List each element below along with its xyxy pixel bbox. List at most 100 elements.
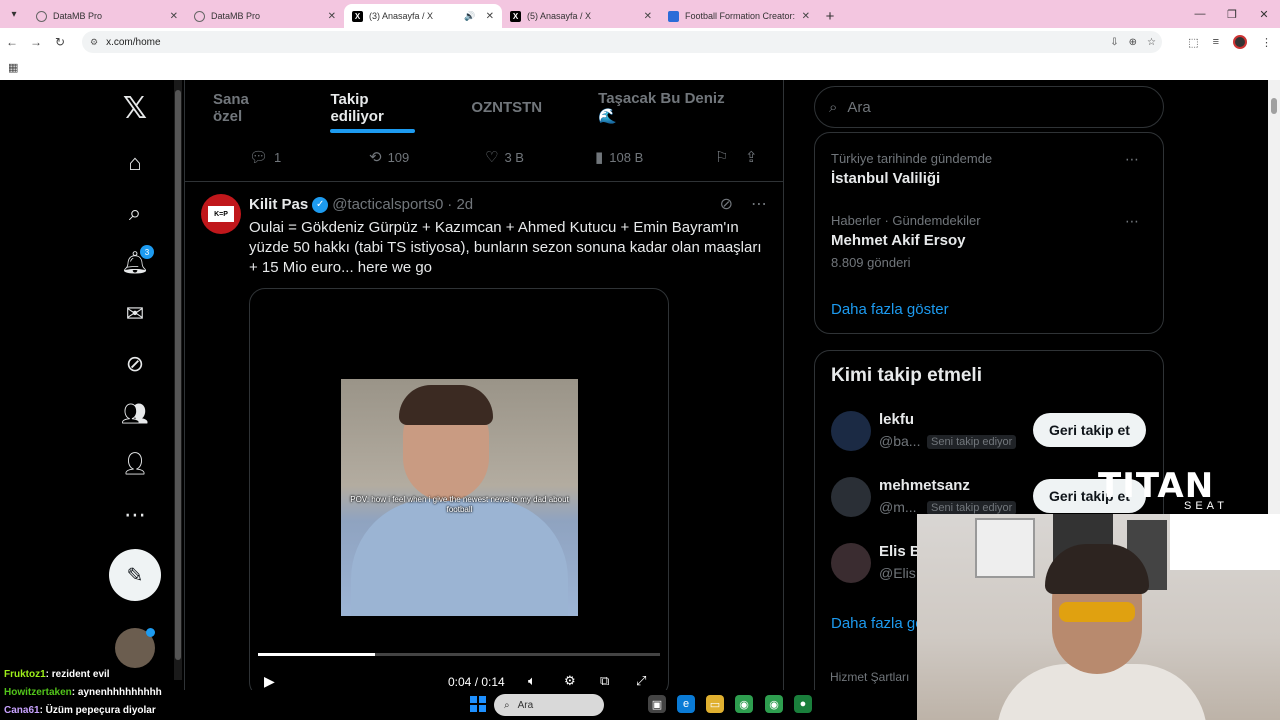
trend-more-icon[interactable]: ⋯ bbox=[1125, 213, 1139, 230]
follow-show-more-link[interactable]: Daha fazla gö bbox=[831, 615, 924, 632]
file-explorer-icon[interactable]: ▭ bbox=[706, 695, 724, 713]
forward-icon[interactable]: → bbox=[24, 35, 48, 49]
tab-search-icon[interactable]: ▾ bbox=[0, 0, 28, 28]
edge-browser-icon[interactable]: e bbox=[677, 695, 695, 713]
tab-close-icon[interactable]: ✕ bbox=[170, 11, 178, 22]
site-info-icon[interactable]: ⚙ bbox=[90, 37, 98, 48]
tab-for-you[interactable]: Sana özel bbox=[213, 80, 274, 135]
browser-tab-4[interactable]: X (5) Anasayfa / X ✕ bbox=[502, 4, 660, 28]
bookmark-star-icon[interactable]: ☆ bbox=[1147, 37, 1156, 48]
video-player[interactable]: POV: how i feel when i give the newest n… bbox=[249, 288, 669, 690]
window-close-icon[interactable]: ✕ bbox=[1248, 0, 1280, 28]
user-avatar[interactable] bbox=[831, 477, 871, 517]
left-scrollbar[interactable] bbox=[174, 80, 182, 680]
user-name[interactable]: lekfu bbox=[879, 411, 914, 428]
author-avatar[interactable]: K=P bbox=[201, 194, 241, 234]
address-bar[interactable]: ⚙ x.com/home ⇩ ⊕ ☆ bbox=[82, 31, 1162, 53]
tab-tasacak-bu-deniz[interactable]: Taşacak Bu Deniz🌊 bbox=[598, 80, 727, 135]
account-avatar[interactable] bbox=[115, 628, 155, 668]
settings-gear-icon[interactable]: ⚙ bbox=[564, 673, 576, 689]
explore-search-icon[interactable]: ⌕ bbox=[110, 193, 160, 233]
more-circle-icon[interactable]: ⋯ bbox=[110, 495, 160, 535]
picture-in-picture-icon[interactable]: ⧉ bbox=[600, 673, 609, 689]
bookmark-button[interactable]: ⚐ bbox=[715, 148, 745, 166]
compose-post-button[interactable]: ✎ bbox=[109, 549, 161, 601]
trend-post-count: 8.809 gönderi bbox=[831, 255, 911, 270]
search-placeholder: Ara bbox=[847, 98, 871, 116]
like-button[interactable]: ♡ 3 B bbox=[485, 148, 595, 166]
trend-item[interactable]: Türkiye tarihinde gündemde İstanbul Vali… bbox=[831, 151, 1149, 187]
windows-start-icon[interactable] bbox=[470, 696, 486, 712]
user-name[interactable]: Elis B bbox=[879, 543, 921, 560]
reply-button[interactable]: 💬︎ 1 bbox=[249, 148, 369, 166]
follow-suggestion[interactable]: lekfu @ba... Seni takip ediyor Geri taki… bbox=[831, 411, 1151, 455]
more-options-icon[interactable]: ⋯ bbox=[751, 194, 767, 214]
tweet-time[interactable]: · 2d bbox=[447, 196, 473, 213]
windows-taskbar: ⌕ Ara ▣ e ▭ ◉ ◉ ● bbox=[0, 690, 1280, 720]
user-avatar[interactable] bbox=[831, 411, 871, 451]
tab-close-icon[interactable]: ✕ bbox=[802, 11, 810, 22]
x-logo-icon[interactable]: 𝕏 bbox=[110, 88, 160, 128]
follow-back-button[interactable]: Geri takip et bbox=[1033, 413, 1146, 447]
trends-show-more-link[interactable]: Daha fazla göster bbox=[831, 301, 949, 318]
messages-envelope-icon[interactable]: ✉ bbox=[110, 294, 160, 334]
author-handle[interactable]: @tacticalsports0 bbox=[332, 196, 443, 213]
scrollbar-thumb[interactable] bbox=[1271, 98, 1277, 114]
fullscreen-icon[interactable]: ⤢ bbox=[636, 673, 646, 689]
media-controls-icon[interactable]: ≡ bbox=[1213, 36, 1219, 48]
tab-ozntstn[interactable]: OZNTSTN bbox=[471, 80, 542, 135]
grok-icon[interactable]: ⊘ bbox=[720, 194, 733, 214]
user-avatar[interactable] bbox=[831, 543, 871, 583]
speaker-icon[interactable]: 🔊 bbox=[464, 11, 475, 22]
bookmark-icon: ⚐ bbox=[715, 149, 729, 166]
browser-tab-2[interactable]: DataMB Pro ✕ bbox=[186, 4, 344, 28]
video-frame[interactable]: POV: how i feel when i give the newest n… bbox=[341, 379, 578, 616]
home-icon[interactable]: ⌂ bbox=[110, 143, 160, 183]
profile-person-icon[interactable]: 👤︎ bbox=[110, 444, 160, 484]
communities-icon[interactable]: 👥︎ bbox=[110, 394, 160, 434]
profile-avatar[interactable] bbox=[1233, 35, 1247, 49]
repost-button[interactable]: ⟲ 109 bbox=[369, 148, 485, 166]
tab-close-icon[interactable]: ✕ bbox=[486, 11, 494, 22]
user-name[interactable]: mehmetsanz bbox=[879, 477, 970, 494]
video-progress-bar[interactable] bbox=[258, 653, 660, 656]
grok-icon[interactable]: ⊘ bbox=[110, 344, 160, 384]
scrollbar-thumb[interactable] bbox=[175, 90, 181, 660]
trend-more-icon[interactable]: ⋯ bbox=[1125, 151, 1139, 168]
x-favicon-icon: X bbox=[352, 10, 363, 22]
tweet-header: Kilit Pas ✓ @tacticalsports0 · 2d bbox=[249, 196, 473, 213]
restore-icon[interactable]: ❐ bbox=[1216, 0, 1248, 28]
volume-icon[interactable]: 🔈︎ bbox=[528, 673, 536, 689]
chrome-profile-icon[interactable]: ◉ bbox=[765, 695, 783, 713]
install-app-icon[interactable]: ⇩ bbox=[1110, 37, 1118, 48]
back-icon[interactable]: ← bbox=[0, 35, 24, 49]
author-name[interactable]: Kilit Pas bbox=[249, 196, 308, 213]
search-box[interactable]: ⌕ Ara bbox=[814, 86, 1164, 128]
trend-item[interactable]: Haberler · Gündemdekiler Mehmet Akif Ers… bbox=[831, 213, 1149, 270]
views-button[interactable]: ▮ 108 B bbox=[595, 148, 715, 166]
browser-tab-3[interactable]: X (3) Anasayfa / X 🔊 ✕ bbox=[344, 4, 502, 28]
browser-tab-5[interactable]: Football Formation Creator: Re ✕ bbox=[660, 4, 818, 28]
taskbar-search[interactable]: ⌕ Ara bbox=[494, 694, 604, 716]
minimize-icon[interactable]: — bbox=[1184, 0, 1216, 28]
notifications-bell-icon[interactable]: 🔔︎ 3 bbox=[110, 243, 160, 283]
app-icon[interactable]: ● bbox=[794, 695, 812, 713]
browser-tab-1[interactable]: DataMB Pro ✕ bbox=[28, 4, 186, 28]
play-icon[interactable]: ▶ bbox=[264, 673, 275, 690]
tab-close-icon[interactable]: ✕ bbox=[328, 11, 336, 22]
footer-terms-link[interactable]: Hizmet Şartları bbox=[830, 670, 909, 684]
extensions-icon[interactable]: ⬚ bbox=[1188, 36, 1198, 49]
task-view-icon[interactable]: ▣ bbox=[648, 695, 666, 713]
chrome-icon[interactable]: ◉ bbox=[735, 695, 753, 713]
browser-toolbar: ← → ↻ ⚙ x.com/home ⇩ ⊕ ☆ ⬚ ≡ ⋮ bbox=[0, 28, 1280, 56]
zoom-icon[interactable]: ⊕ bbox=[1129, 37, 1137, 48]
browser-tab-strip: ▾ DataMB Pro ✕ DataMB Pro ✕ X (3) Anasay… bbox=[0, 0, 1280, 28]
tweet-text: Oulai = Gökdeniz Gürpüz + Kazımcan + Ahm… bbox=[249, 219, 762, 276]
share-button[interactable]: ⇪ bbox=[745, 148, 758, 166]
reload-icon[interactable]: ↻ bbox=[48, 35, 72, 49]
apps-grid-icon[interactable]: ▦ bbox=[8, 61, 18, 74]
browser-menu-icon[interactable]: ⋮ bbox=[1261, 36, 1272, 49]
new-tab-button[interactable]: + bbox=[818, 4, 842, 28]
tab-close-icon[interactable]: ✕ bbox=[644, 11, 652, 22]
tab-following[interactable]: Takip ediliyor bbox=[330, 80, 416, 135]
